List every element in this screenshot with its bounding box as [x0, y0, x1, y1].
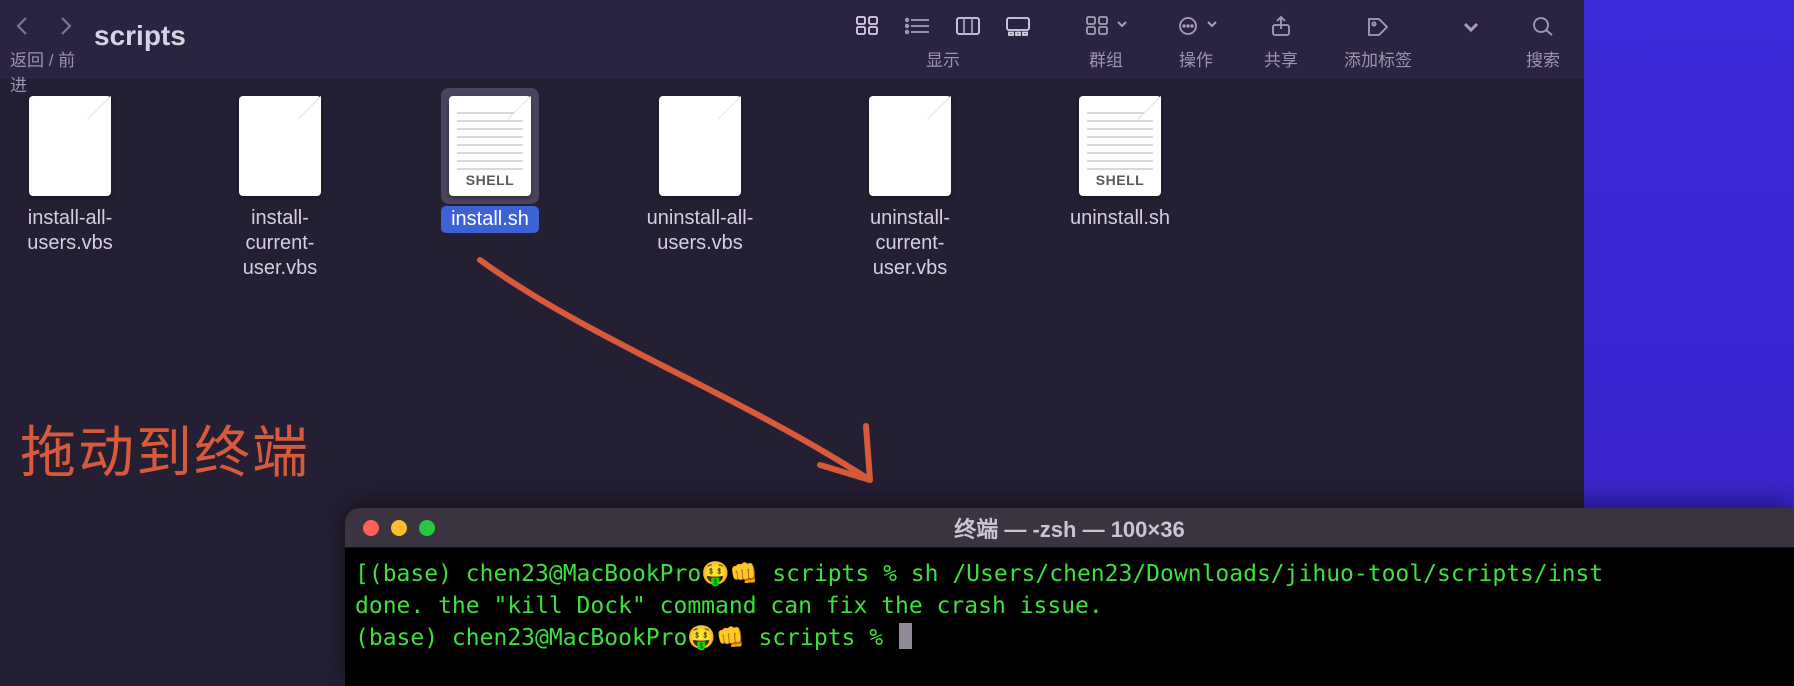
file-item[interactable]: install-all-users.vbs — [10, 96, 130, 256]
file-label: install.sh — [441, 206, 539, 233]
finder-toolbar: 返回 / 前进 scripts — [0, 0, 1584, 78]
group-caption: 群组 — [1089, 46, 1123, 71]
shell-badge: SHELL — [1079, 172, 1161, 188]
chevron-down-icon[interactable] — [1116, 17, 1128, 35]
view-columns-icon[interactable] — [954, 14, 982, 38]
share-caption: 共享 — [1264, 46, 1298, 71]
file-label: install-current-user.vbs — [220, 206, 340, 281]
terminal-title: 终端 — -zsh — 100×36 — [345, 512, 1794, 544]
file-label: uninstall.sh — [1070, 206, 1170, 231]
action-caption: 操作 — [1179, 46, 1213, 71]
group-by-group: 群组 — [1084, 6, 1128, 71]
file-item[interactable]: SHELL install.sh — [430, 96, 550, 233]
file-item[interactable]: install-current-user.vbs — [220, 96, 340, 281]
file-icon — [29, 96, 111, 196]
window-minimize-button[interactable] — [391, 520, 407, 536]
terminal-cursor — [899, 623, 912, 649]
terminal-titlebar[interactable]: 终端 — -zsh — 100×36 — [345, 508, 1794, 548]
file-item[interactable]: SHELL uninstall.sh — [1060, 96, 1180, 231]
nav-back-forward-group: 返回 / 前进 — [10, 6, 78, 96]
tag-icon[interactable] — [1364, 14, 1392, 38]
share-icon[interactable] — [1267, 14, 1295, 38]
share-group: 共享 — [1264, 6, 1298, 71]
shell-file-icon: SHELL — [449, 96, 531, 196]
shell-file-icon: SHELL — [1079, 96, 1161, 196]
file-item[interactable]: uninstall-all-users.vbs — [640, 96, 760, 256]
file-label: install-all-users.vbs — [10, 206, 130, 256]
window-close-button[interactable] — [363, 520, 379, 536]
file-label: uninstall-current-user.vbs — [850, 206, 970, 281]
chevron-down-icon[interactable] — [1462, 18, 1480, 41]
file-icon — [869, 96, 951, 196]
window-zoom-button[interactable] — [419, 520, 435, 536]
terminal-body[interactable]: [(base) chen23@MacBookPro🤑👊 scripts % sh… — [345, 548, 1794, 665]
chevron-down-icon[interactable] — [1206, 17, 1218, 35]
view-caption: 显示 — [926, 46, 960, 71]
terminal-line: done. the "kill Dock" command can fix th… — [355, 593, 1103, 619]
annotation-drag-to-terminal: 拖动到终端 — [20, 408, 310, 489]
folder-title: scripts — [94, 20, 186, 52]
view-mode-group: 显示 — [848, 6, 1038, 71]
file-label: uninstall-all-users.vbs — [640, 206, 760, 256]
tag-caption: 添加标签 — [1344, 46, 1412, 71]
shell-badge: SHELL — [449, 172, 531, 188]
terminal-line: (base) chen23@MacBookPro🤑👊 scripts % — [355, 625, 897, 651]
search-group: 搜索 — [1526, 6, 1560, 71]
file-grid[interactable]: install-all-users.vbs install-current-use… — [0, 78, 1584, 299]
search-caption: 搜索 — [1526, 46, 1560, 71]
terminal-line: [(base) chen23@MacBookPro🤑👊 scripts % sh… — [355, 561, 1603, 587]
terminal-window[interactable]: 终端 — -zsh — 100×36 [(base) chen23@MacBoo… — [345, 508, 1794, 686]
file-item[interactable]: uninstall-current-user.vbs — [850, 96, 970, 281]
view-gallery-icon[interactable] — [1004, 14, 1032, 38]
search-icon[interactable] — [1529, 14, 1557, 38]
file-icon — [659, 96, 741, 196]
group-by-icon[interactable] — [1084, 14, 1112, 38]
window-traffic-lights — [363, 520, 435, 536]
view-list-icon[interactable] — [904, 14, 932, 38]
toolbar-overflow[interactable] — [1458, 6, 1480, 66]
action-menu-icon[interactable] — [1174, 14, 1202, 38]
view-icon-grid-icon[interactable] — [854, 14, 882, 38]
nav-caption: 返回 / 前进 — [10, 46, 78, 96]
nav-back-button[interactable] — [9, 14, 37, 38]
tag-group: 添加标签 — [1344, 6, 1412, 71]
action-group: 操作 — [1174, 6, 1218, 71]
file-icon — [239, 96, 321, 196]
nav-forward-button[interactable] — [51, 14, 79, 38]
